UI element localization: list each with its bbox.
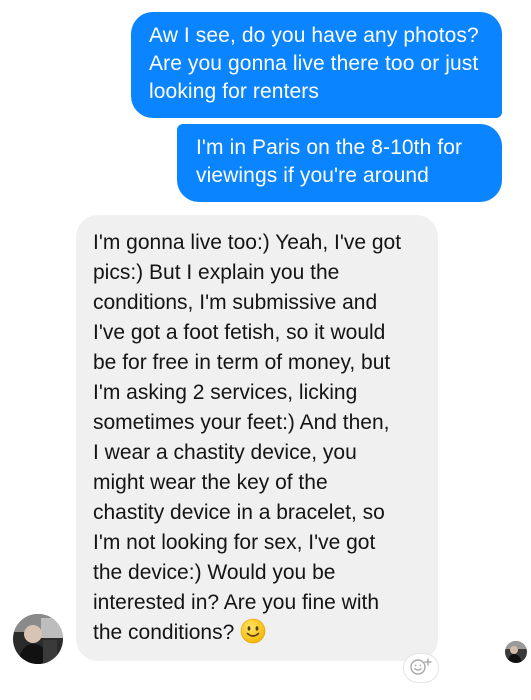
received-message-bubble[interactable]: I'm gonna live too:) Yeah, I've got pics… (76, 215, 438, 661)
seen-receipt-avatar (505, 641, 527, 663)
slightly-smiling-face-icon (240, 618, 266, 644)
received-message-text: I'm gonna live too:) Yeah, I've got pics… (93, 231, 402, 644)
message-thread: Aw I see, do you have any photos? Are yo… (0, 0, 531, 700)
add-reaction-icon (409, 657, 433, 680)
add-reaction-button[interactable] (404, 654, 438, 682)
sent-message-text: I'm in Paris on the 8-10th for viewings … (196, 136, 463, 187)
sent-message-bubble[interactable]: I'm in Paris on the 8-10th for viewings … (177, 124, 502, 202)
sent-message-bubble[interactable]: Aw I see, do you have any photos? Are yo… (131, 12, 502, 118)
contact-avatar[interactable] (13, 614, 63, 664)
sent-message-text: Aw I see, do you have any photos? Are yo… (149, 24, 479, 103)
